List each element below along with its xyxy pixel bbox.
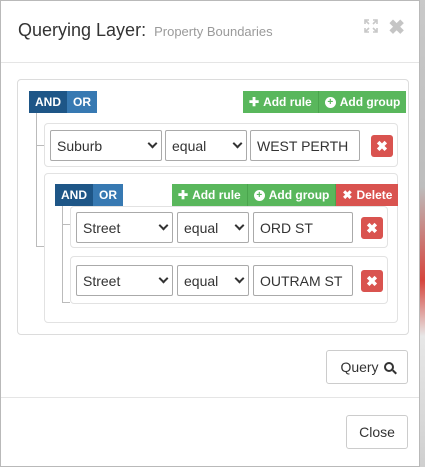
operator-value: equal — [184, 273, 219, 289]
header-icons: ✖ — [364, 18, 405, 38]
delete-rule-button[interactable]: ✖ — [371, 135, 393, 157]
chevron-down-icon — [158, 273, 169, 284]
chevron-down-icon — [234, 273, 245, 284]
root-add-rule-button[interactable]: ✚ Add rule — [243, 91, 319, 113]
query-dialog: Querying Layer: Property Boundaries ✖ AN… — [0, 0, 420, 467]
rule-street-outram: Street equal OUTRAM ST ✖ — [70, 256, 388, 304]
operator-select[interactable]: equal — [177, 265, 249, 296]
field-select[interactable]: Street — [76, 265, 173, 296]
nested-tree-branch — [62, 302, 70, 303]
times-icon: ✖ — [376, 138, 388, 154]
field-value: Suburb — [57, 138, 103, 154]
nested-group: AND OR ✚ Add rule + Add group ✖ Delete S… — [44, 173, 399, 323]
root-and-button[interactable]: AND — [29, 91, 67, 113]
delete-label: Delete — [356, 188, 393, 202]
query-builder-root-group: AND OR ✚ Add rule + Add group Suburb equ… — [17, 79, 409, 335]
nested-delete-group-button[interactable]: ✖ Delete — [336, 184, 399, 206]
add-rule-label: Add rule — [192, 188, 241, 202]
nested-add-group-button[interactable]: + Add group — [247, 184, 337, 206]
add-rule-label: Add rule — [263, 95, 312, 109]
delete-rule-button[interactable]: ✖ — [361, 270, 383, 292]
value-input[interactable]: OUTRAM ST — [253, 265, 353, 296]
root-tree-line — [36, 113, 37, 246]
plus-icon: ✚ — [178, 188, 189, 202]
nested-or-button[interactable]: OR — [93, 184, 123, 206]
nested-and-button[interactable]: AND — [55, 184, 93, 206]
nested-tree-branch — [62, 224, 70, 225]
close-icon[interactable]: ✖ — [388, 18, 405, 38]
rule-suburb: Suburb equal WEST PERTH ✖ — [44, 123, 398, 167]
field-value: Street — [83, 273, 121, 289]
dialog-title: Querying Layer: Property Boundaries — [18, 20, 273, 41]
root-actions: ✚ Add rule + Add group — [243, 91, 407, 113]
close-button[interactable]: Close — [346, 415, 408, 449]
plus-circle-icon: + — [253, 189, 265, 201]
root-add-group-button[interactable]: + Add group — [318, 91, 407, 113]
nested-add-rule-button[interactable]: ✚ Add rule — [172, 184, 248, 206]
dialog-body: AND OR ✚ Add rule + Add group Suburb equ… — [1, 63, 419, 397]
field-select[interactable]: Suburb — [50, 130, 162, 161]
root-or-button[interactable]: OR — [67, 91, 97, 113]
times-icon: ✖ — [366, 220, 378, 236]
close-label: Close — [359, 424, 395, 440]
nested-tree-line — [62, 206, 63, 302]
nested-condition-toggle: AND OR — [55, 184, 123, 206]
chevron-down-icon — [232, 138, 243, 149]
delete-rule-button[interactable]: ✖ — [361, 217, 383, 239]
add-group-label: Add group — [339, 95, 401, 109]
nested-actions: ✚ Add rule + Add group ✖ Delete — [172, 184, 399, 206]
add-group-label: Add group — [268, 188, 330, 202]
value-input[interactable]: WEST PERTH — [250, 130, 360, 161]
root-condition-toggle: AND OR — [29, 91, 97, 113]
dialog-title-text: Querying Layer: — [18, 20, 147, 40]
footer-divider — [1, 397, 419, 398]
expand-icon[interactable] — [364, 19, 379, 37]
value-input[interactable]: ORD ST — [253, 212, 353, 243]
search-icon — [383, 362, 394, 372]
dialog-header: Querying Layer: Property Boundaries ✖ — [1, 1, 419, 63]
chevron-down-icon — [234, 220, 245, 231]
times-icon: ✖ — [342, 188, 353, 202]
plus-icon: ✚ — [249, 95, 260, 109]
query-label: Query — [340, 359, 379, 375]
field-value: Street — [83, 220, 121, 236]
query-button[interactable]: Query — [326, 350, 408, 384]
root-tree-branch — [36, 246, 44, 247]
operator-select[interactable]: equal — [177, 212, 249, 243]
rule-street-ord: Street equal ORD ST ✖ — [70, 206, 388, 248]
times-icon: ✖ — [366, 273, 378, 289]
chevron-down-icon — [147, 138, 158, 149]
operator-select[interactable]: equal — [165, 130, 247, 161]
chevron-down-icon — [158, 220, 169, 231]
operator-value: equal — [184, 220, 219, 236]
operator-value: equal — [172, 138, 207, 154]
plus-circle-icon: + — [324, 96, 336, 108]
field-select[interactable]: Street — [76, 212, 173, 243]
layer-name: Property Boundaries — [154, 24, 273, 39]
